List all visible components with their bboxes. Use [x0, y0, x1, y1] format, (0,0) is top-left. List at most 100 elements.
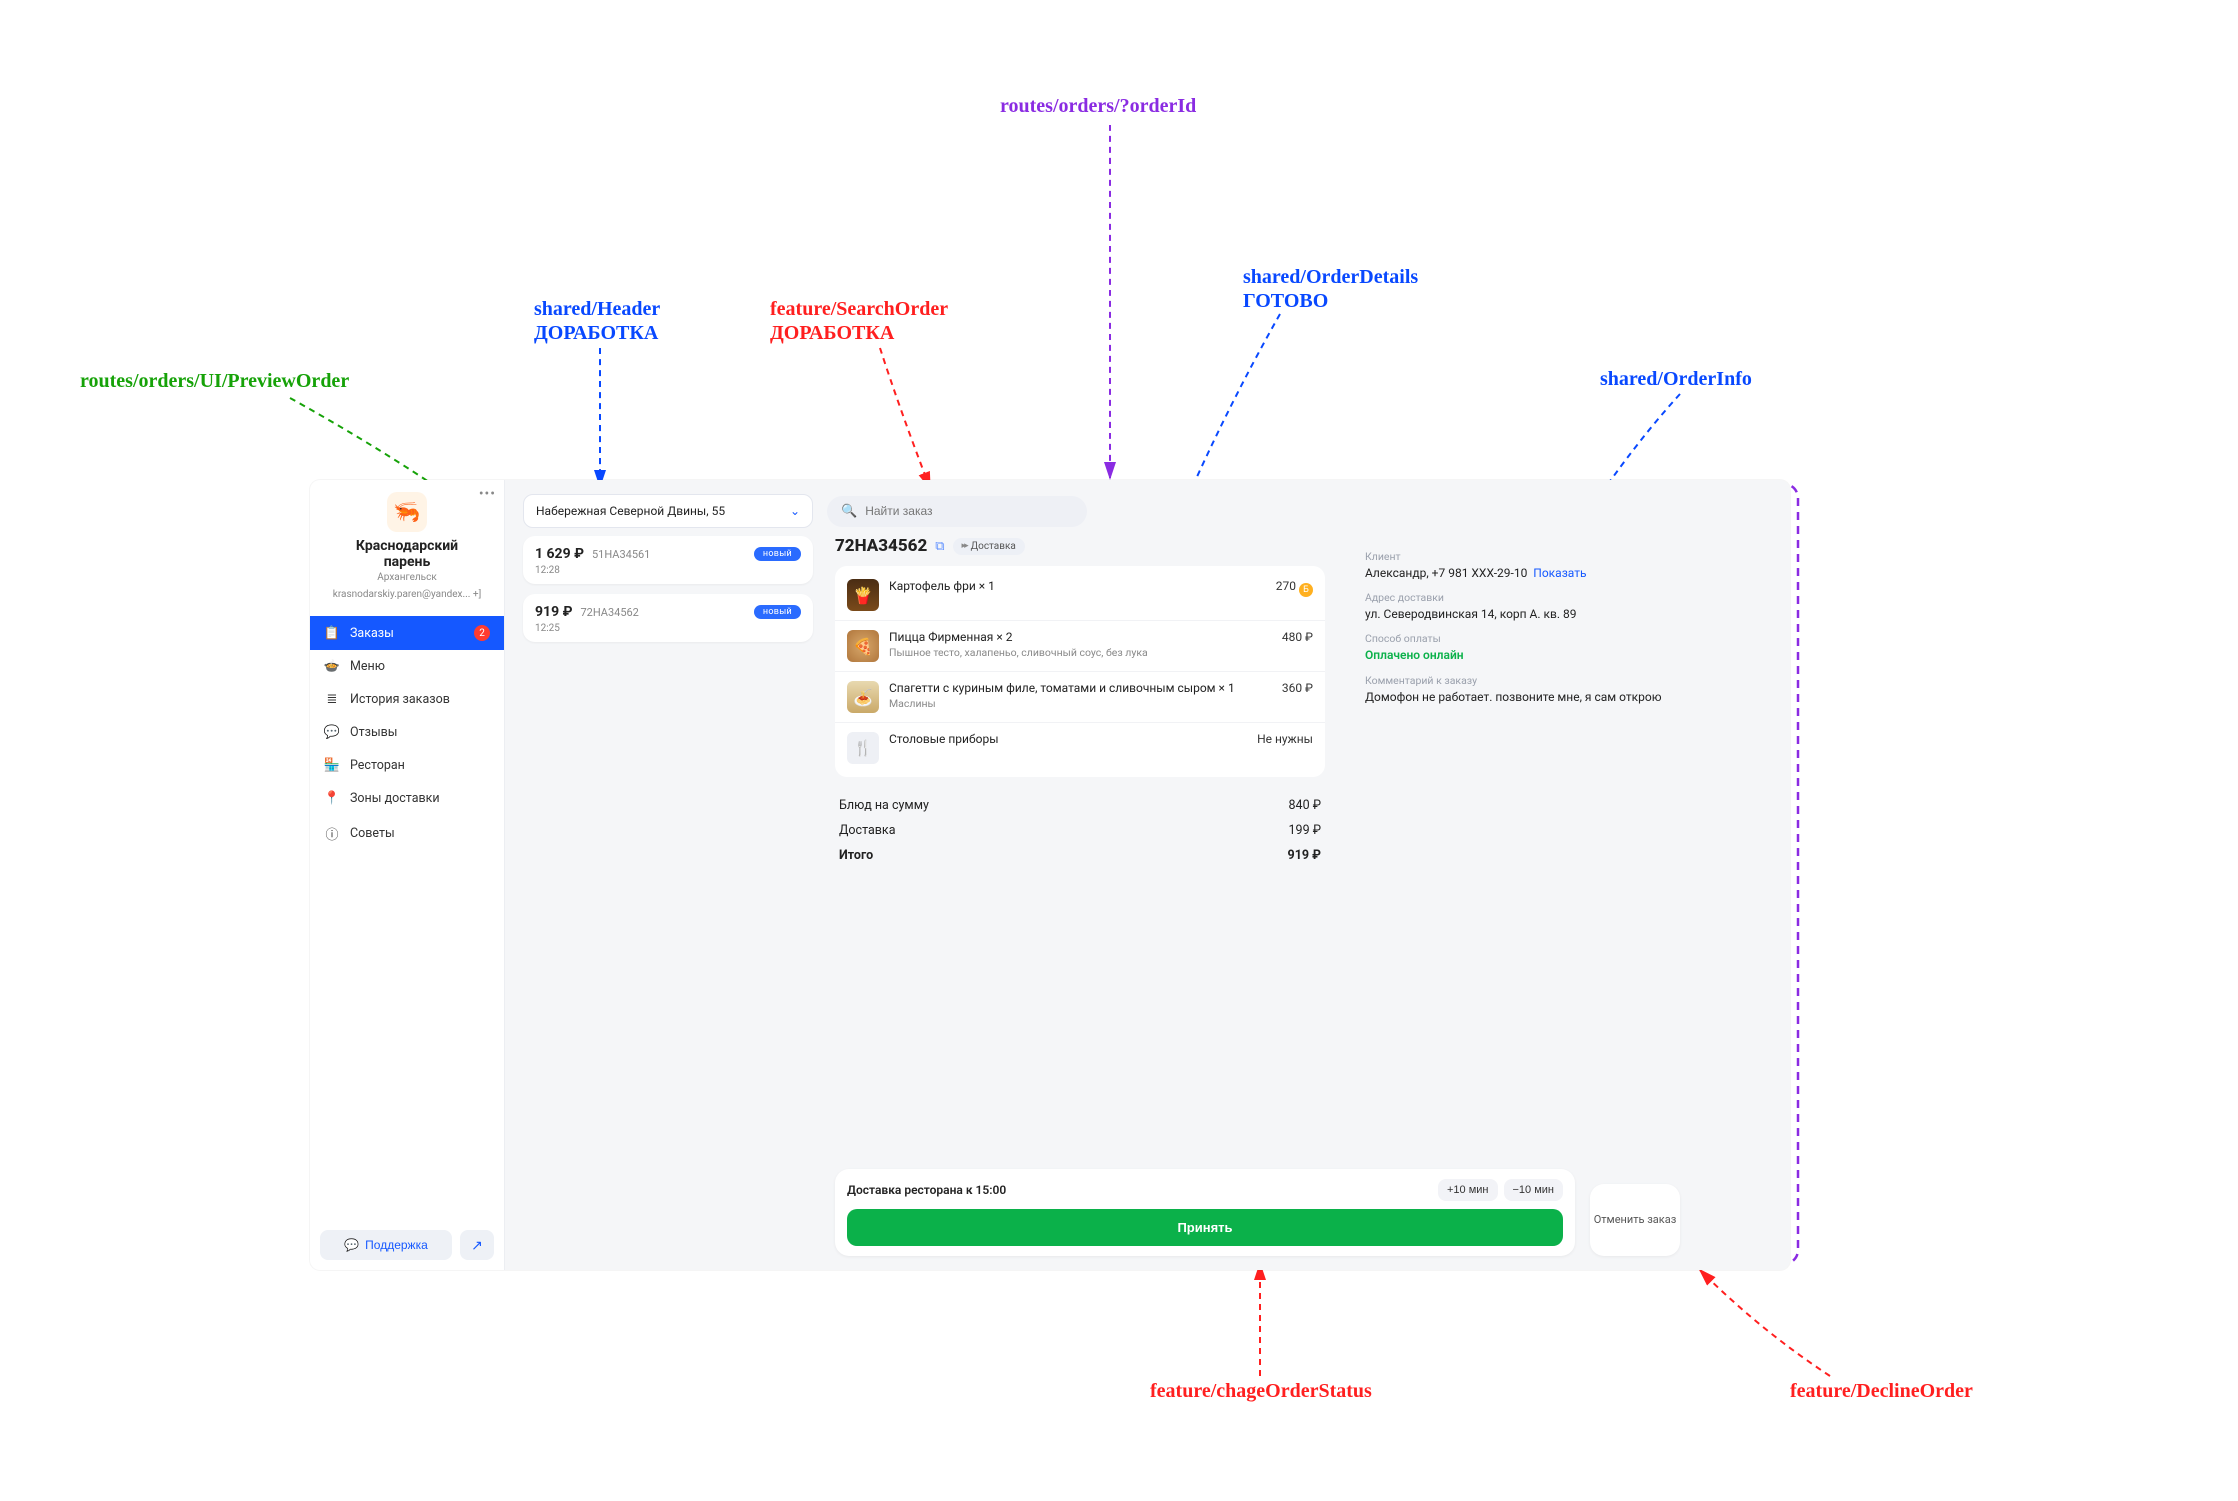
orders-preview-list: 1 629 ₽ 51HA34561 новый 12:28 919 ₽ 72HA…	[523, 536, 813, 652]
preview-time: 12:28	[535, 565, 801, 576]
address-selector[interactable]: Набережная Северной Двины, 55 ⌄	[523, 494, 813, 528]
item-price: 360 ₽	[1282, 681, 1313, 695]
order-summary: Блюд на сумму 840 ₽ Доставка 199 ₽ Итого 91…	[835, 793, 1325, 868]
preview-id: 72HA34562	[580, 606, 638, 619]
zones-icon: 📍	[324, 791, 340, 806]
nav-label: Ресторан	[350, 758, 405, 773]
support-button[interactable]: 💬 Поддержка	[320, 1230, 452, 1260]
preview-time: 12:25	[535, 623, 801, 634]
anno-header-sub: ДОРАБОТКА	[534, 322, 658, 345]
info-label-comment: Комментарий к заказу	[1365, 674, 1695, 687]
sidebar-item-zones[interactable]: 📍 Зоны доставки	[310, 782, 504, 815]
info-address: ул. Северодвинская 14, корп А. кв. 89	[1365, 606, 1695, 622]
sidebar-item-restaurant[interactable]: 🏪 Ресторан	[310, 749, 504, 782]
search-field[interactable]: 🔍	[827, 496, 1087, 527]
copy-icon[interactable]: ⧉	[935, 539, 944, 554]
sum-label: Доставка	[839, 823, 896, 838]
info-client: Александр, +7 981 XXX-29-10 Показать	[1365, 565, 1695, 581]
address-value: Набережная Северной Двины, 55	[536, 504, 725, 518]
cancel-order-button[interactable]: Отменить заказ	[1590, 1184, 1680, 1256]
nav-label: История заказов	[350, 692, 450, 707]
nav-label: Зоны доставки	[350, 791, 440, 806]
orders-icon: 📋	[324, 626, 340, 641]
item-price: Не нужны	[1257, 732, 1313, 746]
search-icon: 🔍	[841, 504, 857, 519]
show-phone-link[interactable]: Показать	[1533, 566, 1586, 580]
sidebar-item-orders[interactable]: 📋 Заказы 2	[310, 616, 504, 650]
chat-icon: 💬	[344, 1238, 359, 1252]
order-preview-card[interactable]: 1 629 ₽ 51HA34561 новый 12:28	[523, 536, 813, 584]
item-subtitle: Пышное тесто, халапеньо, сливочный соус,…	[889, 646, 1264, 659]
brand-name: Краснодарскийпарень	[320, 538, 494, 570]
external-link-button[interactable]: ↗	[460, 1230, 494, 1260]
sidebar-item-reviews[interactable]: 💬 Отзывы	[310, 716, 504, 749]
order-details: 72HA34562 ⧉ Доставка 🍟 Картофель фри × 1…	[835, 536, 1325, 868]
nav-label: Советы	[350, 826, 395, 841]
anno-order-details-sub: ГОТОВО	[1243, 290, 1328, 313]
delivery-chip: Доставка	[953, 538, 1025, 555]
header-bar: Набережная Северной Двины, 55 ⌄ 🔍	[523, 494, 1772, 528]
item-name: Столовые приборы	[889, 732, 1239, 746]
item-price: 480 ₽	[1282, 630, 1313, 644]
brand-city: Архангельск	[320, 572, 494, 583]
info-label-payment: Способ оплаты	[1365, 632, 1695, 645]
accept-button[interactable]: Принять	[847, 1209, 1563, 1246]
app-window: ••• 🦐 Краснодарскийпарень Архангельск kr…	[310, 480, 1790, 1270]
item-subtitle: Маслины	[889, 697, 1264, 710]
order-status-panel: Доставка ресторана к 15:00 +10 мин −10 м…	[835, 1169, 1575, 1256]
anno-decline: feature/DeclineOrder	[1790, 1380, 1973, 1403]
brand-email: krasnodarskiy.paren@yandex... +]	[320, 589, 494, 600]
dish-thumb: 🍟	[847, 579, 879, 611]
sidebar-item-history[interactable]: ≣ История заказов	[310, 683, 504, 716]
main-area: Набережная Северной Двины, 55 ⌄ 🔍 1 629 …	[505, 480, 1790, 1270]
sum-value: 199 ₽	[1289, 823, 1321, 838]
history-icon: ≣	[324, 692, 340, 707]
preview-badge: новый	[754, 547, 801, 561]
cutlery-icon: 🍴	[847, 732, 879, 764]
order-items: 🍟 Картофель фри × 1 270Б 🍕 Пицца Фирменн…	[835, 566, 1325, 777]
info-label-client: Клиент	[1365, 550, 1695, 563]
anno-order-details: shared/OrderDetails	[1243, 266, 1418, 289]
item-price: 270Б	[1276, 579, 1313, 597]
orders-badge: 2	[474, 625, 490, 641]
support-label: Поддержка	[365, 1238, 428, 1252]
sum-label: Итого	[839, 848, 873, 863]
external-link-icon: ↗	[471, 1237, 483, 1253]
reviews-icon: 💬	[324, 725, 340, 740]
time-minus-button[interactable]: −10 мин	[1504, 1179, 1564, 1201]
cancel-label: Отменить заказ	[1594, 1213, 1677, 1227]
more-icon[interactable]: •••	[479, 486, 496, 502]
nav-label: Меню	[350, 659, 385, 674]
sum-value: 919 ₽	[1288, 848, 1321, 863]
nav-label: Отзывы	[350, 725, 398, 740]
dish-thumb: 🍕	[847, 630, 879, 662]
anno-change-status: feature/chageOrderStatus	[1150, 1380, 1372, 1403]
info-label-address: Адрес доставки	[1365, 591, 1695, 604]
brand-logo: 🦐	[387, 492, 427, 532]
search-input[interactable]	[865, 504, 1073, 518]
preview-price: 919 ₽	[535, 604, 572, 620]
anno-search: feature/SearchOrder	[770, 298, 948, 321]
order-preview-card[interactable]: 919 ₽ 72HA34562 новый 12:25	[523, 594, 813, 642]
order-number: 72HA34562	[835, 536, 927, 556]
anno-search-sub: ДОРАБОТКА	[770, 322, 894, 345]
anno-order-info: shared/OrderInfo	[1600, 368, 1752, 391]
sum-label: Блюд на сумму	[839, 798, 929, 813]
item-name: Пицца Фирменная × 2	[889, 630, 1264, 644]
sidebar: ••• 🦐 Краснодарскийпарень Архангельск kr…	[310, 480, 505, 1270]
sidebar-item-tips[interactable]: ⓘ Советы	[310, 815, 504, 852]
sidebar-nav: 📋 Заказы 2 🍲 Меню ≣ История заказов 💬 От…	[310, 616, 504, 852]
preview-price: 1 629 ₽	[535, 546, 584, 562]
info-comment: Домофон не работает. позвоните мне, я са…	[1365, 689, 1695, 705]
info-payment: Оплачено онлайн	[1365, 647, 1695, 663]
sidebar-item-menu[interactable]: 🍲 Меню	[310, 650, 504, 683]
time-plus-button[interactable]: +10 мин	[1438, 1179, 1498, 1201]
order-info: Клиент Александр, +7 981 XXX-29-10 Показ…	[1365, 550, 1695, 705]
nav-label: Заказы	[350, 626, 394, 641]
anno-header: shared/Header	[534, 298, 660, 321]
restaurant-icon: 🏪	[324, 758, 340, 773]
sum-value: 840 ₽	[1289, 798, 1321, 813]
bonus-coin-icon: Б	[1299, 583, 1313, 597]
dish-thumb: 🍝	[847, 681, 879, 713]
chevron-down-icon: ⌄	[790, 504, 800, 518]
